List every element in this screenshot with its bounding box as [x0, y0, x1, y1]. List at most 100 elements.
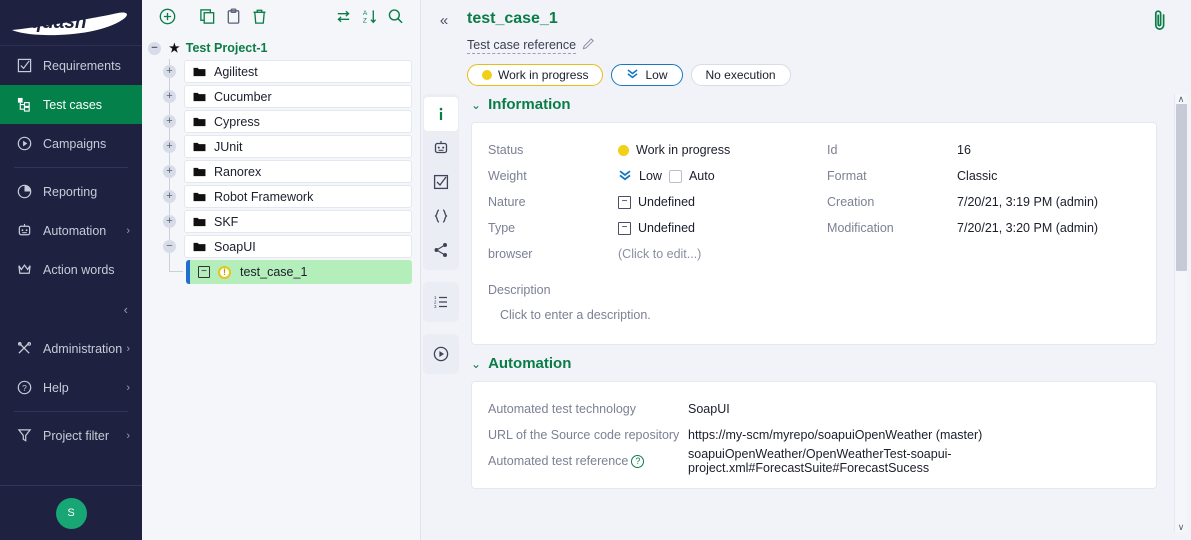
tree-expand-toggle[interactable]: +	[163, 65, 176, 78]
information-right-column: Id 16 Format Classic Creation 7/20/21, 3…	[827, 137, 1140, 267]
tree-row[interactable]: − SoapUI	[142, 234, 412, 259]
tree-expand-toggle[interactable]: +	[163, 215, 176, 228]
sidebar-item-label: Project filter	[43, 428, 109, 443]
field-id: Id 16	[827, 137, 1140, 163]
tree-root-node[interactable]: − ★ Test Project-1	[142, 37, 420, 59]
field-value[interactable]: − Undefined	[618, 195, 695, 209]
tree-expand-toggle[interactable]: +	[163, 90, 176, 103]
app-logo[interactable]: squash	[0, 0, 142, 46]
description-placeholder[interactable]: Click to enter a description.	[500, 308, 1140, 322]
field-label: Creation	[827, 195, 875, 209]
test-steps-tab[interactable]	[424, 165, 458, 199]
node-collapse-toggle[interactable]: −	[198, 266, 210, 278]
tree-row[interactable]: + Robot Framework	[142, 184, 412, 209]
sidebar-item-requirements[interactable]: Requirements	[0, 46, 142, 85]
tree-folder-node[interactable]: SKF	[184, 210, 412, 233]
tree-row[interactable]: + Ranorex	[142, 159, 412, 184]
tree-expand-toggle[interactable]: +	[163, 165, 176, 178]
status-badge[interactable]: Work in progress	[467, 64, 604, 86]
chevrons-down-icon	[618, 169, 632, 184]
tree-row[interactable]: − ! test_case_1	[142, 259, 412, 285]
tree-row[interactable]: + Agilitest	[142, 59, 412, 84]
scrollbar-track[interactable]	[1175, 104, 1187, 522]
scroll-down-arrow[interactable]: ∨	[1178, 522, 1185, 532]
field-value[interactable]: Work in progress	[618, 143, 730, 157]
tree-expand-toggle[interactable]: +	[163, 140, 176, 153]
executions-tab[interactable]	[424, 337, 458, 371]
execution-badge-label: No execution	[705, 68, 776, 82]
chevron-down-icon: ⌄	[471, 356, 482, 371]
field-value[interactable]: Low Auto	[618, 169, 715, 184]
field-value[interactable]: (Click to edit...)	[618, 247, 701, 261]
tree-row[interactable]: + SKF	[142, 209, 412, 234]
tree-folder-label: JUnit	[214, 139, 243, 154]
transfer-icon[interactable]	[330, 4, 356, 30]
search-icon[interactable]	[382, 4, 408, 30]
tree-folder-node[interactable]: JUnit	[184, 135, 412, 158]
auto-checkbox[interactable]	[668, 169, 682, 183]
tree-collapse-toggle[interactable]: −	[148, 41, 161, 55]
scrollbar-thumb[interactable]	[1175, 104, 1187, 272]
delete-icon[interactable]	[246, 4, 272, 30]
linked-items-tab[interactable]	[424, 233, 458, 267]
automation-section-title[interactable]: ⌄ Automation	[471, 355, 1165, 372]
content-scrollbar[interactable]: ∧ ∨	[1174, 94, 1187, 532]
weight-badge[interactable]: Low	[611, 64, 683, 86]
test-case-reference-label[interactable]: Test case reference	[467, 38, 577, 54]
paperclip-icon[interactable]	[1151, 8, 1169, 37]
tree-folder-node[interactable]: Cucumber	[184, 85, 412, 108]
yellow-dot-icon	[618, 144, 629, 156]
avatar[interactable]: S	[55, 497, 87, 529]
tree-row[interactable]: + JUnit	[142, 134, 412, 159]
vrail-group-list: 123	[423, 282, 459, 322]
tree-folder-node[interactable]: Robot Framework	[184, 185, 412, 208]
panel-collapse-button[interactable]: «	[433, 12, 455, 29]
automation-tab[interactable]	[424, 131, 458, 165]
field-value: 16	[957, 143, 971, 157]
test-steps-list-tab[interactable]: 123	[424, 285, 458, 319]
sidebar-collapse-button[interactable]: ‹	[0, 289, 142, 329]
folder-icon	[193, 241, 206, 252]
information-section-title[interactable]: ⌄ Information	[471, 96, 1165, 113]
copy-icon[interactable]	[194, 4, 220, 30]
tree-row[interactable]: + Cypress	[142, 109, 412, 134]
field-label: Automated test reference ?	[488, 454, 688, 468]
sidebar-item-help[interactable]: ? Help ›	[0, 368, 142, 407]
information-tab[interactable]	[424, 97, 458, 131]
sort-icon[interactable]: AZ	[356, 4, 382, 30]
user-avatar-row: S	[0, 486, 142, 540]
sidebar-item-campaigns[interactable]: Campaigns	[0, 124, 142, 163]
sidebar-item-test-cases[interactable]: Test cases	[0, 85, 142, 124]
sidebar-item-administration[interactable]: Administration ›	[0, 329, 142, 368]
pie-chart-icon	[14, 182, 34, 202]
tree-folder-node[interactable]: Agilitest	[184, 60, 412, 83]
sidebar-item-action-words[interactable]: Action words	[0, 250, 142, 289]
help-circle-icon[interactable]: ?	[631, 454, 645, 468]
tree-folder-label: SKF	[214, 214, 239, 229]
tree-test-case-node-selected[interactable]: − ! test_case_1	[186, 260, 412, 284]
tree-folder-node-soapui[interactable]: SoapUI	[184, 235, 412, 258]
tree-row[interactable]: + Cucumber	[142, 84, 412, 109]
test-case-reference-row[interactable]: Test case reference	[467, 37, 1191, 55]
svg-text:3: 3	[434, 304, 437, 309]
field-weight: Weight Low Auto	[488, 163, 827, 189]
tree-folder-node[interactable]: Cypress	[184, 110, 412, 133]
execution-badge[interactable]: No execution	[690, 64, 791, 86]
parameters-tab[interactable]	[424, 199, 458, 233]
tree-toolbar: AZ	[142, 0, 420, 33]
sidebar-item-project-filter[interactable]: Project filter ›	[0, 416, 142, 455]
field-value[interactable]: − Undefined	[618, 221, 695, 235]
status-chips: Work in progress Low No execution	[467, 64, 1191, 86]
tree-collapse-toggle[interactable]: −	[163, 240, 176, 253]
add-icon[interactable]	[154, 4, 180, 30]
field-label: Weight	[488, 169, 527, 183]
paste-icon[interactable]	[220, 4, 246, 30]
tree-expand-toggle[interactable]: +	[163, 115, 176, 128]
scroll-up-arrow[interactable]: ∧	[1178, 94, 1185, 104]
tree-expand-toggle[interactable]: +	[163, 190, 176, 203]
edit-pencil-icon[interactable]	[582, 37, 595, 55]
sidebar-item-reporting[interactable]: Reporting	[0, 172, 142, 211]
detail-scroll-area: ⌄ Information Status Work in progress We…	[461, 86, 1191, 540]
sidebar-item-automation[interactable]: Automation ›	[0, 211, 142, 250]
tree-folder-node[interactable]: Ranorex	[184, 160, 412, 183]
